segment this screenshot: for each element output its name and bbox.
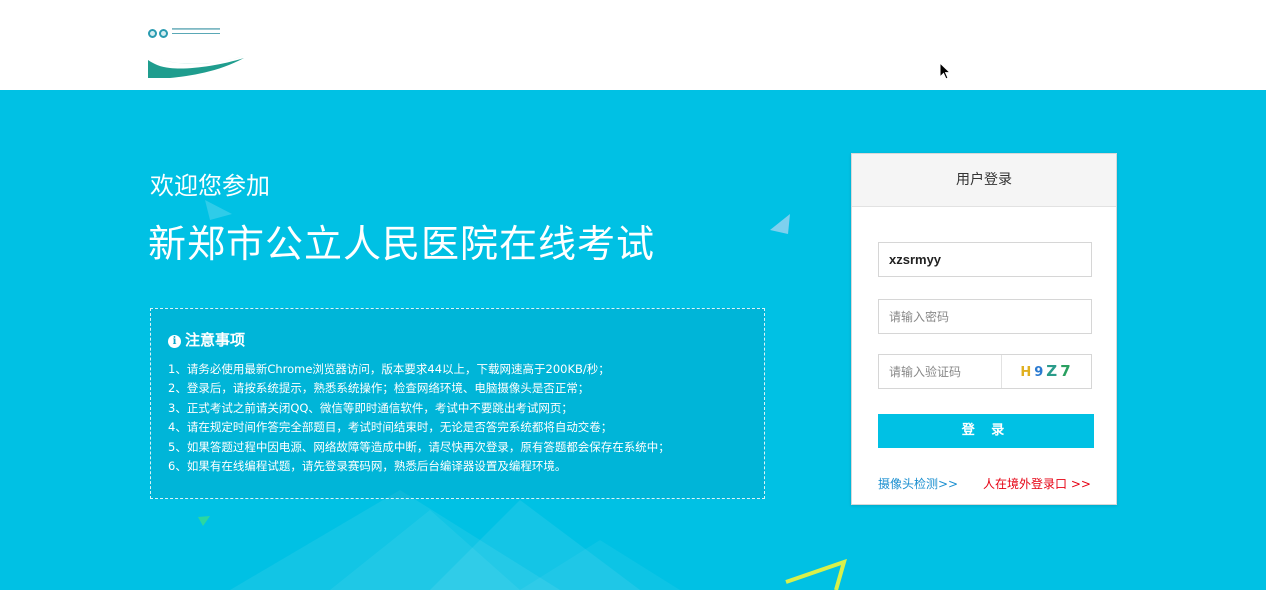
login-panel: 用户登录 H9Z7 登 录 摄像头检测>> 人在境外登录口 >> [851, 153, 1117, 505]
login-button[interactable]: 登 录 [878, 414, 1094, 448]
captcha-char: H [1020, 365, 1035, 380]
welcome-text: 欢迎您参加 [150, 172, 270, 200]
notice-item: 6、如果有在线编程试题，请先登录赛码网，熟悉后台编译器设置及编程环境。 [168, 459, 567, 474]
overseas-login-link[interactable]: 人在境外登录口 >> [983, 475, 1091, 492]
notice-heading: i 注意事项 [168, 329, 245, 350]
captcha-char: 9 [1034, 365, 1047, 380]
logo-wordmark [172, 33, 220, 36]
page-title: 新郑市公立人民医院在线考试 [148, 222, 656, 266]
password-field[interactable] [878, 299, 1092, 334]
login-heading: 用户登录 [852, 154, 1116, 207]
mouse-cursor-icon [939, 62, 951, 80]
password-input[interactable] [879, 300, 1091, 333]
hero-banner: 欢迎您参加 新郑市公立人民医院在线考试 i 注意事项 1、请务必使用最新Chrom… [0, 90, 1266, 590]
notice-item: 1、请务必使用最新Chrome浏览器访问，版本要求44以上，下载网速高于200K… [168, 362, 610, 376]
notice-item: 5、如果答题过程中因电源、网络故障等造成中断，请尽快再次登录，原有答题都会保存在… [168, 439, 670, 454]
captcha-char: Z [1046, 362, 1061, 380]
captcha-field[interactable]: H9Z7 [878, 354, 1092, 389]
logo-wordmark [172, 28, 220, 30]
logo-circle-icon [159, 29, 168, 38]
notice-list: 1、请务必使用最新Chrome浏览器访问，版本要求44以上，下载网速高于200K… [168, 360, 670, 476]
notice-item: 3、正式考试之前请关闭QQ、微信等即时通信软件，考试中不要跳出考试网页； [168, 400, 573, 415]
camera-check-link[interactable]: 摄像头检测>> [878, 475, 958, 492]
notice-panel: i 注意事项 1、请务必使用最新Chrome浏览器访问，版本要求44以上，下载网速… [150, 308, 765, 499]
username-field[interactable] [878, 242, 1092, 277]
hospital-logo[interactable] [148, 26, 248, 80]
info-icon: i [168, 335, 181, 348]
logo-circle-icon [148, 29, 157, 38]
notice-heading-label: 注意事项 [185, 331, 246, 349]
captcha-input[interactable] [879, 355, 1002, 388]
logo-swoosh-icon [148, 56, 244, 78]
username-input[interactable] [879, 243, 1091, 276]
captcha-image[interactable]: H9Z7 [1003, 355, 1091, 388]
captcha-char: 7 [1060, 362, 1074, 380]
header [0, 0, 1266, 90]
notice-item: 2、登录后，请按系统提示，熟悉系统操作；检查网络环境、电脑摄像头是否正常； [168, 381, 590, 396]
notice-item: 4、请在规定时间作答完全部题目，考试时间结束时，无论是否答完系统都将自动交卷； [168, 420, 613, 435]
